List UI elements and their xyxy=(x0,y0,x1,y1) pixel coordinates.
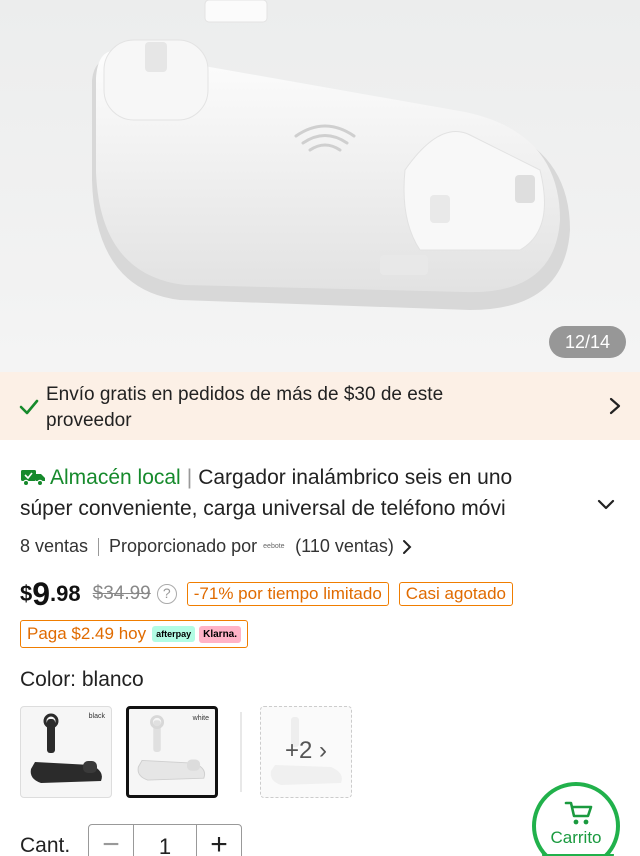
check-icon xyxy=(19,399,39,415)
shipping-banner[interactable]: Envío gratis en pedidos de más de $30 de… xyxy=(0,372,640,440)
local-warehouse-badge: Almacén local xyxy=(50,466,181,489)
color-option-black[interactable]: black xyxy=(20,706,112,798)
seller-logo: eebote xyxy=(263,543,285,550)
pay-later-text: Paga $2.49 hoy xyxy=(27,624,147,643)
quantity-stepper[interactable]: − 1 + xyxy=(88,824,242,856)
title-line2: súper conveniente, carga universal de te… xyxy=(20,497,506,520)
shipping-text: Envío gratis en pedidos de más de $30 de… xyxy=(46,384,444,431)
chevron-right-icon xyxy=(402,539,412,554)
sales-count: 8 ventas xyxy=(20,536,89,556)
product-image[interactable]: 12/14 xyxy=(0,0,640,372)
price-currency: $ xyxy=(20,581,33,606)
cart-label: Carrito xyxy=(550,828,602,847)
product-title: Almacén local | Cargador inalámbrico seis … xyxy=(20,462,580,524)
truck-icon xyxy=(21,470,45,487)
chevron-down-icon[interactable] xyxy=(596,498,616,512)
title-line1: Cargador inalámbrico seis en uno xyxy=(198,466,513,489)
price-row: $ 9 .98 $34.99 ? -71% por tiempo limitad… xyxy=(20,576,513,612)
divider xyxy=(98,537,100,556)
quantity-label: Cant. xyxy=(20,834,71,856)
charger-thumbnail-black xyxy=(30,713,102,783)
swatch-label: black xyxy=(88,713,105,720)
price-decimal: .98 xyxy=(50,581,81,606)
divider xyxy=(240,712,242,792)
seller-row[interactable]: 8 ventas Proporcionado por eebote (110 v… xyxy=(20,536,412,557)
color-label: Color: blanco xyxy=(20,668,144,691)
seller-sales: (110 ventas) xyxy=(295,536,394,556)
charger-illustration xyxy=(0,0,640,372)
afterpay-logo: afterpay xyxy=(152,626,196,642)
low-stock-tag: Casi agotado xyxy=(398,582,513,606)
increment-button[interactable]: + xyxy=(197,825,241,856)
price-help-icon[interactable]: ? xyxy=(156,584,177,604)
cart-button[interactable]: Carrito xyxy=(532,782,620,856)
image-counter: 12/14 xyxy=(548,326,626,358)
color-option-white[interactable]: white xyxy=(126,706,218,798)
quantity-value[interactable]: 1 xyxy=(133,825,197,856)
price-integer: 9 xyxy=(32,575,51,612)
decrement-button[interactable]: − xyxy=(89,825,133,856)
discount-tag: -71% por tiempo limitado xyxy=(186,582,389,606)
more-colors-count: +2 › xyxy=(284,737,328,764)
pay-later-badge[interactable]: Paga $2.49 hoy afterpay Klarna. xyxy=(20,620,249,648)
provided-by-label: Proporcionado por xyxy=(109,536,258,556)
klarna-logo: Klarna. xyxy=(199,625,242,643)
original-price: $34.99 xyxy=(92,583,151,604)
swatch-label: white xyxy=(192,715,209,722)
cart-icon xyxy=(564,801,593,825)
more-colors-button[interactable]: +2 › xyxy=(260,706,352,798)
chevron-right-icon xyxy=(609,397,621,415)
